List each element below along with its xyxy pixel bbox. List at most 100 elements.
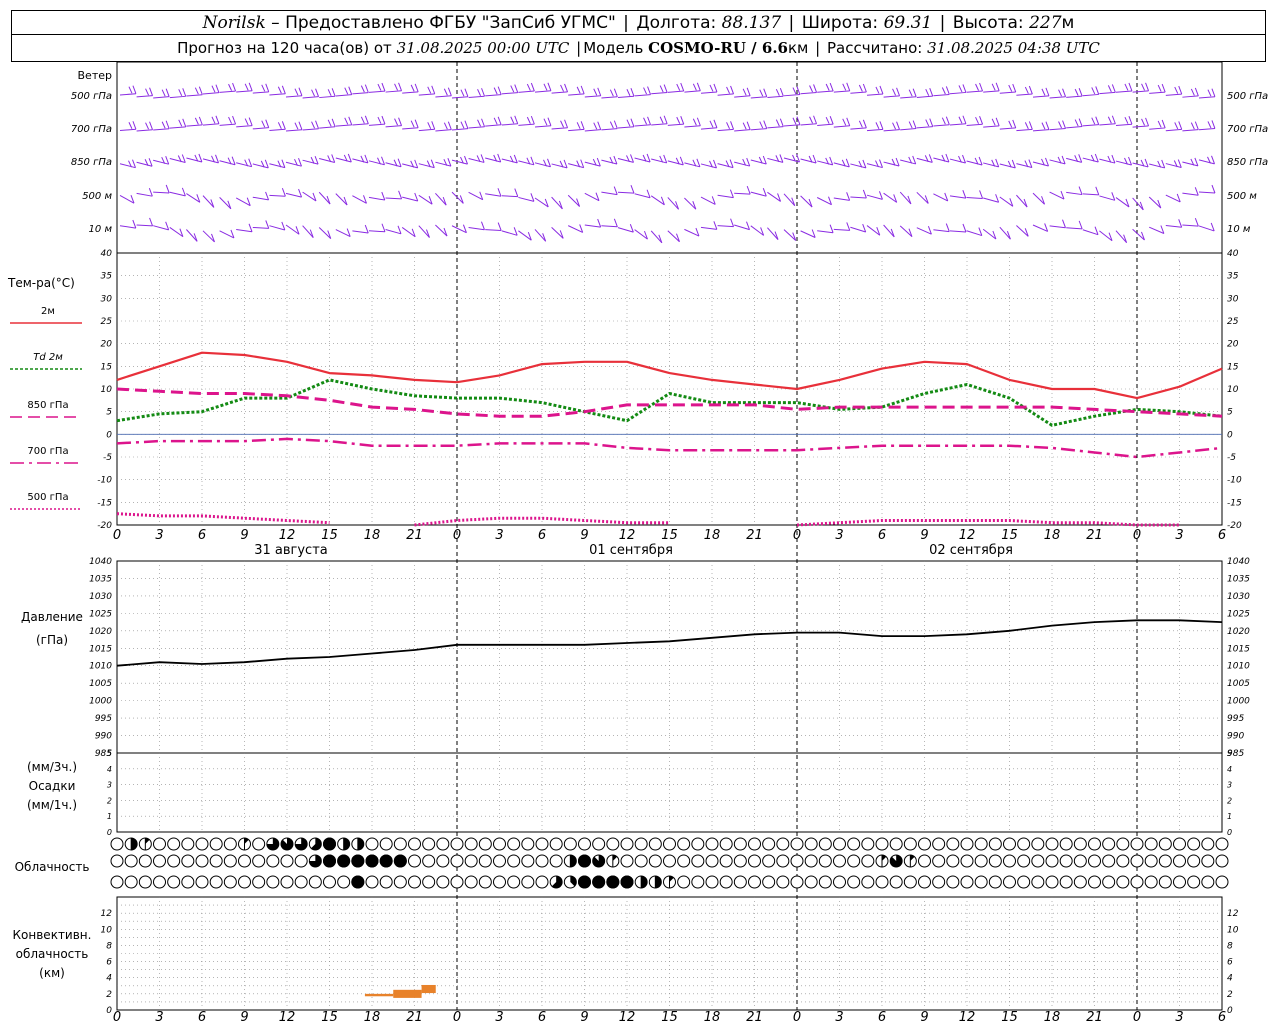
convective-tick-label-left: 0 xyxy=(106,1006,112,1016)
wind-barb xyxy=(613,155,618,165)
wind-barb xyxy=(850,226,866,233)
wind-barb xyxy=(231,156,236,165)
wind-barb xyxy=(1032,161,1049,167)
convective-axis-label: облачность xyxy=(16,947,89,961)
cloud-cover-symbol xyxy=(464,875,478,889)
time-tick-label: 0 xyxy=(453,528,461,543)
time-tick-label: 6 xyxy=(1218,528,1226,543)
wind-barb xyxy=(1124,83,1129,91)
wind-barb xyxy=(335,157,352,163)
wind-barb xyxy=(949,91,966,95)
temperature-tick-label-right: -15 xyxy=(1227,498,1242,508)
wind-barb xyxy=(530,82,535,92)
wind-barb xyxy=(368,160,385,166)
precipitation-tick-label-left: 3 xyxy=(107,781,112,790)
wind-barb xyxy=(916,126,933,129)
wind-barb xyxy=(219,90,236,93)
wind-barb xyxy=(580,121,585,130)
cloud-cover-symbol xyxy=(450,854,464,868)
cloud-cover-symbol xyxy=(733,837,747,851)
wind-barb xyxy=(228,116,233,124)
cloud-cover-symbol xyxy=(1003,875,1016,889)
wind-barb xyxy=(1115,123,1132,127)
wind-barb xyxy=(236,125,253,128)
wind-barb xyxy=(1062,88,1067,97)
wind-barb xyxy=(1165,163,1182,169)
wind-barb xyxy=(596,157,601,167)
wind-barb xyxy=(713,159,717,169)
precipitation-tick-label-left: 2 xyxy=(107,796,112,805)
wind-barb xyxy=(534,229,547,242)
wind-barb xyxy=(477,119,482,127)
cloud-cover-symbol xyxy=(124,854,138,868)
wind-barb xyxy=(560,120,565,128)
cloud-cover-symbol xyxy=(833,875,846,889)
wind-barb xyxy=(248,82,253,91)
wind-barb xyxy=(161,89,166,97)
wind-barb xyxy=(979,190,984,199)
wind-barb xyxy=(510,85,515,93)
temperature-tick-label-right: 40 xyxy=(1227,249,1239,259)
wind-barb xyxy=(385,90,402,93)
wind-barb xyxy=(563,159,568,169)
temperature-tick-label-right: 5 xyxy=(1227,408,1233,418)
wind-barb xyxy=(866,128,883,132)
wind-barb xyxy=(717,93,734,96)
wind-barb xyxy=(1132,125,1149,128)
wind-barb xyxy=(165,120,170,129)
temperature-tick-label-right: 20 xyxy=(1227,340,1239,350)
temperature-tick-label-left: 25 xyxy=(101,317,113,327)
wind-barb xyxy=(979,82,984,92)
wind-panel-title: Ветер xyxy=(78,69,112,82)
wind-barb xyxy=(862,159,867,169)
wind-barb xyxy=(1066,157,1082,163)
convective-tick-label-right: 6 xyxy=(1227,958,1233,968)
wind-barb xyxy=(551,163,568,169)
cloud-cover-symbol xyxy=(1088,875,1101,889)
wind-barb xyxy=(468,95,485,99)
wind-barb xyxy=(900,159,916,165)
wind-barb xyxy=(896,121,901,130)
wind-barb xyxy=(1045,87,1050,97)
wind-barb xyxy=(833,162,850,168)
wind-barb xyxy=(319,95,336,99)
wind-barb xyxy=(833,197,850,201)
wind-barb xyxy=(447,157,452,167)
cloud-cover-symbol xyxy=(436,854,450,868)
wind-barb xyxy=(667,197,679,210)
wind-barb xyxy=(298,158,302,167)
wind-barb xyxy=(713,119,718,128)
wind-barb xyxy=(1115,230,1127,244)
wind-barb xyxy=(261,84,266,92)
precipitation-tick-label-right: 2 xyxy=(1227,796,1232,805)
wind-barb xyxy=(576,86,581,94)
wind-barb xyxy=(676,116,681,124)
time-tick-label: 18 xyxy=(364,528,381,543)
wind-barb xyxy=(348,86,353,95)
wind-barb xyxy=(1062,120,1067,129)
time-tick-label: 21 xyxy=(406,528,423,543)
bottom-time-tick-label: 3 xyxy=(1175,1010,1183,1024)
cloud-cover-symbol xyxy=(1173,875,1186,889)
wind-level-label-right: 850 гПа xyxy=(1227,157,1268,168)
cloud-cover-symbol xyxy=(1059,854,1073,868)
wind-barb xyxy=(360,85,365,93)
wind-barb xyxy=(194,87,199,95)
cloud-cover-symbol xyxy=(1158,854,1172,868)
wind-barb xyxy=(119,93,136,96)
wind-barb xyxy=(929,118,934,127)
wind-barb xyxy=(169,95,186,99)
wind-barb xyxy=(398,117,403,126)
wind-barb xyxy=(269,194,286,197)
cloud-cover-symbol xyxy=(1116,854,1130,868)
wind-barb xyxy=(945,116,950,125)
pressure-tick-label-left: 990 xyxy=(95,732,112,742)
wind-barb xyxy=(813,84,818,93)
wind-barb xyxy=(912,120,917,129)
wind-barb xyxy=(1198,159,1215,165)
cloud-cover-symbol xyxy=(932,875,946,889)
wind-barb xyxy=(613,186,618,195)
wind-barb xyxy=(779,154,784,163)
wind-barb xyxy=(908,121,913,129)
wind-barb xyxy=(995,117,1000,127)
